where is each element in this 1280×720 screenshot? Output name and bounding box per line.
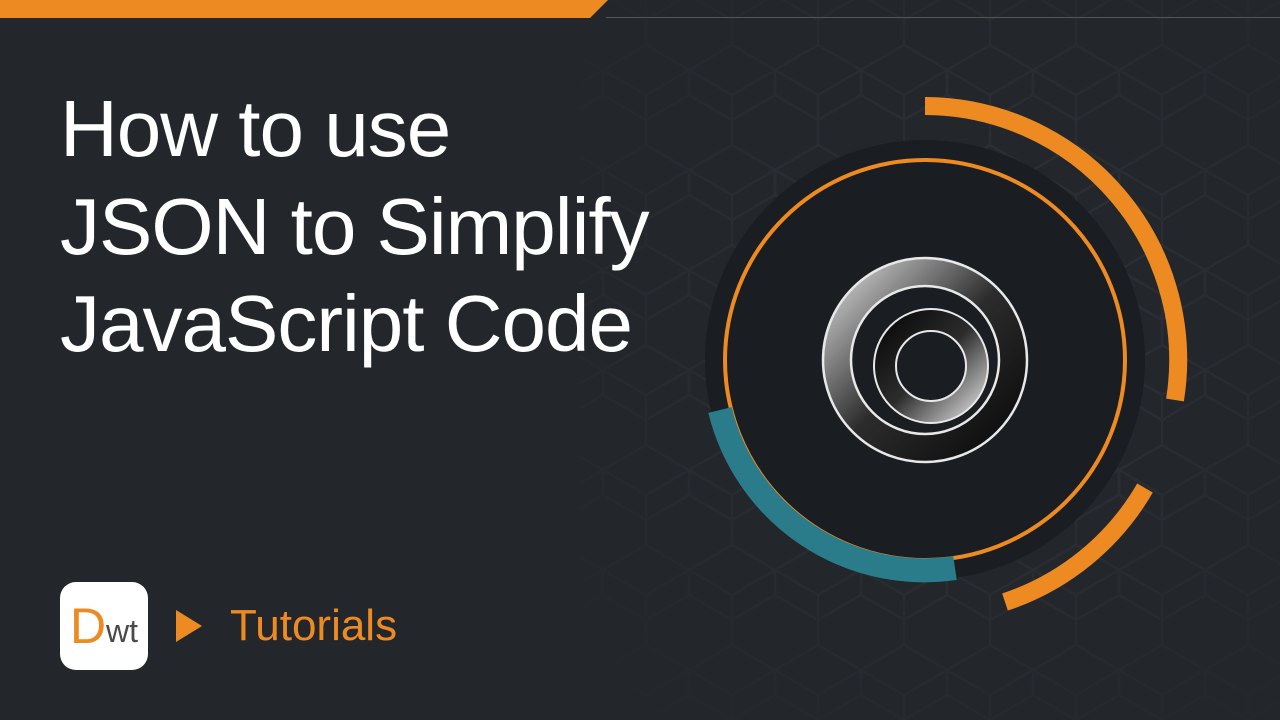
play-icon [176, 610, 202, 642]
json-ring-graphic [645, 80, 1205, 640]
title-line-2: JSON to Simplify [60, 178, 649, 276]
title-line-1: How to use [60, 80, 649, 178]
video-title: How to use JSON to Simplify JavaScript C… [60, 80, 649, 373]
category-label: Tutorials [230, 601, 397, 651]
top-accent-bar [0, 0, 1280, 18]
title-line-3: JavaScript Code [60, 275, 649, 373]
logo-letter-small: wt [106, 615, 138, 647]
brand-logo: Dwt [60, 582, 148, 670]
footer-row: Dwt Tutorials [60, 582, 397, 670]
logo-letter-big: D [70, 601, 106, 651]
